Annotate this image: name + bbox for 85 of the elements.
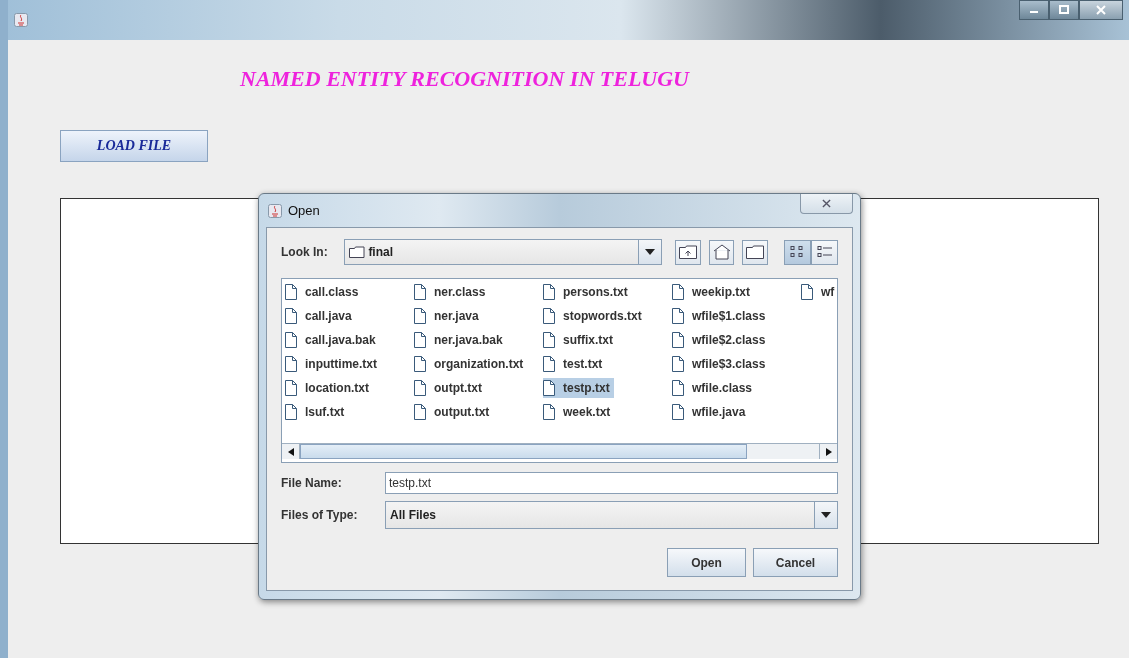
file-icon [285,332,297,348]
file-item[interactable]: persons.txt [543,282,632,302]
file-icon [672,380,684,396]
file-icon [285,308,297,324]
file-icon [543,380,555,396]
load-file-button[interactable]: LOAD FILE [60,130,208,162]
open-button[interactable]: Open [667,548,746,577]
file-item[interactable]: test.txt [543,354,607,374]
file-icon [285,356,297,372]
file-icon [285,284,297,300]
grid-icon [789,245,806,259]
file-item[interactable]: ner.java [414,306,483,326]
file-icon [414,284,426,300]
file-icon [672,284,684,300]
file-icon [414,308,426,324]
file-type-label: Files of Type: [281,508,359,522]
file-icon [285,380,297,396]
file-item[interactable]: wf [801,282,837,302]
file-type-dropdown[interactable]: All Files [385,501,838,529]
file-item[interactable]: location.txt [285,378,373,398]
file-item[interactable]: call.class [285,282,363,302]
folder-icon [349,246,366,258]
java-icon [14,13,28,27]
file-icon [672,332,684,348]
folder-icon [746,245,765,259]
file-item[interactable]: call.java.bak [285,330,380,350]
left-arrow-icon [287,447,294,456]
file-item[interactable]: lsuf.txt [285,402,349,422]
list-view-button[interactable] [784,239,811,265]
look-in-label: Look In: [281,245,329,259]
file-item[interactable]: ner.java.bak [414,330,507,350]
file-icon [414,380,426,396]
file-item[interactable]: suffix.txt [543,330,617,350]
file-icon [801,284,813,300]
file-item[interactable]: ner.class [414,282,490,302]
file-item[interactable]: outpt.txt [414,378,486,398]
file-icon [543,404,555,420]
file-item[interactable]: wfile.class [672,378,757,398]
file-name-field[interactable]: testp.txt [385,472,838,494]
close-icon [822,199,831,208]
java-icon [268,203,282,218]
home-icon [712,244,731,260]
file-icon [543,356,555,372]
file-item[interactable]: inputtime.txt [285,354,381,374]
file-item[interactable]: week.txt [543,402,615,422]
up-folder-button[interactable] [675,239,701,265]
close-button[interactable] [800,194,853,214]
file-icon [543,308,555,324]
caret-icon [821,512,831,518]
home-button[interactable] [708,239,735,265]
file-icon [672,404,684,420]
up-folder-icon [679,245,698,259]
file-item[interactable]: wfile$3.class [672,354,770,374]
file-item[interactable]: wfile$1.class [672,306,770,326]
minimize-button[interactable] [1019,0,1049,20]
close-button[interactable] [1079,0,1123,20]
right-arrow-icon [825,447,832,456]
file-icon [414,332,426,348]
file-item[interactable]: wfile.java [672,402,750,422]
file-icon [285,404,297,420]
close-icon [1096,5,1106,15]
file-name-label: File Name: [281,476,343,490]
file-item[interactable]: wfile$2.class [672,330,770,350]
new-folder-button[interactable] [742,239,768,265]
caret-icon [645,249,656,255]
file-item[interactable]: stopwords.txt [543,306,646,326]
dialog-title: Open [288,203,320,218]
file-icon [543,332,555,348]
maximize-button[interactable] [1049,0,1079,20]
horizontal-scrollbar[interactable] [282,443,837,459]
file-icon [414,404,426,420]
file-item[interactable]: output.txt [414,402,494,422]
look-in-dropdown[interactable]: final [344,239,663,265]
file-icon [672,356,684,372]
cancel-button[interactable]: Cancel [753,548,838,577]
file-item[interactable]: weekip.txt [672,282,755,302]
file-icon [543,284,555,300]
file-item[interactable]: call.java [285,306,356,326]
maximize-icon [1059,5,1069,15]
app-heading: NAMED ENTITY RECOGNITION IN TELUGU [240,66,691,92]
file-icon [414,356,426,372]
list-icon [816,245,833,259]
file-item[interactable]: testp.txt [543,378,614,398]
file-item[interactable]: organization.txt [414,354,528,374]
file-icon [672,308,684,324]
